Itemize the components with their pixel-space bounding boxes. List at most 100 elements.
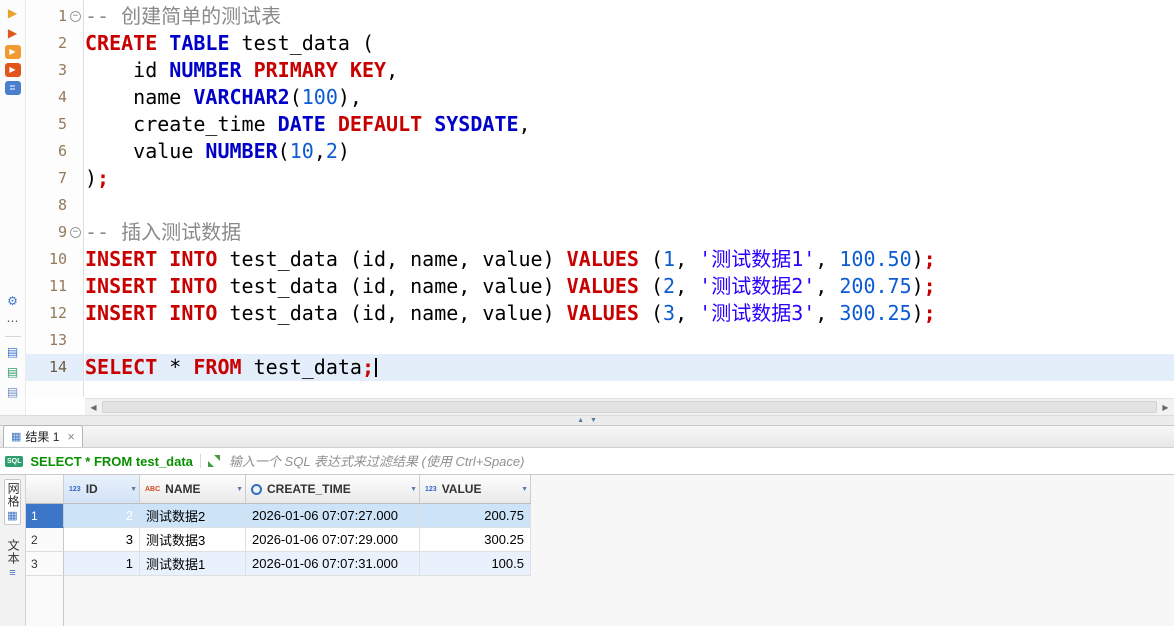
code-line[interactable]: INSERT INTO test_data (id, name, value) … [85, 273, 1174, 300]
code-area[interactable]: -- 创建简单的测试表 CREATE TABLE test_data ( id N… [85, 0, 1174, 400]
cell[interactable]: 测试数据2 [140, 504, 246, 528]
editor-toolbar: ▶ ▶ ▶ ▶ ≣ ⚙ ⋯ ▤ ▤ ▤ [0, 0, 26, 415]
cell[interactable]: 2026-01-06 07:07:29.000 [246, 528, 420, 552]
log-file-icon[interactable]: ▤ [4, 384, 22, 400]
collapse-up-icon[interactable]: ▲ [577, 417, 584, 424]
cell[interactable]: 300.25 [420, 528, 531, 552]
tab-grid-view[interactable]: 网格 ▦ [3, 479, 22, 525]
line-number[interactable]: 8 [26, 192, 83, 219]
column-dropdown-icon[interactable]: ▼ [410, 486, 417, 493]
code-line[interactable]: name VARCHAR2(100), [85, 84, 1174, 111]
line-number[interactable]: 13 [26, 327, 83, 354]
more-actions-icon[interactable]: ⋯ [4, 313, 22, 329]
pane-splitter[interactable]: ▲ ▼ [0, 415, 1174, 426]
row-number[interactable]: 1 [26, 504, 64, 528]
numeric-type-icon: 123 [69, 485, 81, 493]
cell[interactable]: 测试数据3 [140, 528, 246, 552]
cell[interactable]: 100.5 [420, 552, 531, 576]
line-number[interactable]: 5 [26, 111, 83, 138]
column-dropdown-icon[interactable]: ▼ [130, 486, 137, 493]
table-row: 2 3 测试数据3 2026-01-06 07:07:29.000 300.25 [26, 528, 1174, 552]
code-line[interactable]: create_time DATE DEFAULT SYSDATE, [85, 111, 1174, 138]
cell[interactable]: 2026-01-06 07:07:27.000 [246, 504, 420, 528]
line-number-text: 12 [48, 304, 67, 322]
collapse-down-icon[interactable]: ▼ [590, 417, 597, 424]
line-number[interactable]: 1− [26, 3, 83, 30]
line-number[interactable]: 12 [26, 300, 83, 327]
code-line[interactable] [85, 327, 1174, 354]
line-number[interactable]: 7 [26, 165, 83, 192]
line-number[interactable]: 10 [26, 246, 83, 273]
line-number-text: 4 [57, 88, 67, 106]
row-gutter-extension [26, 576, 64, 626]
cell[interactable]: 3 [64, 528, 140, 552]
code-line[interactable]: ); [85, 165, 1174, 192]
filter-query-text[interactable]: SELECT * FROM test_data [30, 454, 193, 469]
line-number-text: 14 [48, 358, 67, 376]
code-line[interactable]: CREATE TABLE test_data ( [85, 30, 1174, 57]
filter-input[interactable] [226, 452, 1174, 470]
scrollbar-thumb[interactable] [102, 401, 1157, 413]
line-number[interactable]: 4 [26, 84, 83, 111]
numeric-type-icon: 123 [425, 485, 437, 493]
cell[interactable]: 200.75 [420, 504, 531, 528]
settings-gear-icon[interactable]: ⚙ [4, 293, 22, 309]
column-header-name[interactable]: ABC NAME ▼ [140, 475, 246, 504]
line-number-text: 11 [48, 277, 67, 295]
results-tab[interactable]: ▦ 结果 1 × [3, 425, 84, 447]
sql-editor-window: ▶ ▶ ▶ ▶ ≣ ⚙ ⋯ ▤ ▤ ▤ 1−2 3 4 5 6 7 8 9−10 11 12 13 14 -- 创建简… [0, 0, 1174, 626]
execute-script-new-tab-icon[interactable]: ▶ [4, 63, 21, 77]
editor-horizontal-scrollbar[interactable]: ◀ ▶ [85, 398, 1174, 415]
scroll-right-icon[interactable]: ▶ [1157, 399, 1174, 415]
cell[interactable]: 2026-01-06 07:07:31.000 [246, 552, 420, 576]
code-line[interactable]: INSERT INTO test_data (id, name, value) … [85, 300, 1174, 327]
expand-filter-icon[interactable] [207, 455, 220, 467]
explain-plan-icon[interactable]: ≣ [4, 81, 21, 95]
line-number[interactable]: 3 [26, 57, 83, 84]
column-dropdown-icon[interactable]: ▼ [236, 486, 243, 493]
execute-statement-new-tab-icon[interactable]: ▶ [4, 25, 22, 41]
cell[interactable]: 1 [64, 552, 140, 576]
table-header-row: 123 ID ▼ ABC NAME ▼ CREATE_TIME ▼ 123 VALUE ▼ [26, 475, 1174, 504]
tab-text-view[interactable]: 文本 ≡ [5, 537, 20, 581]
results-filter-bar: SQL SELECT * FROM test_data [0, 448, 1174, 475]
line-number-text: 5 [57, 115, 67, 133]
scroll-left-icon[interactable]: ◀ [85, 399, 102, 415]
cell[interactable]: 测试数据1 [140, 552, 246, 576]
corner-header-cell [26, 475, 64, 504]
code-line[interactable]: INSERT INTO test_data (id, name, value) … [85, 246, 1174, 273]
cell[interactable]: 2 [64, 504, 140, 528]
results-tab-bar: ▦ 结果 1 × [0, 425, 1174, 448]
code-line[interactable]: id NUMBER PRIMARY KEY, [85, 57, 1174, 84]
code-line[interactable]: -- 创建简单的测试表 [85, 3, 1174, 30]
text-view-label: 文本 [6, 539, 21, 565]
line-number[interactable]: 6 [26, 138, 83, 165]
text-view-icon: ≡ [9, 567, 16, 579]
code-line[interactable]: -- 插入测试数据 [85, 219, 1174, 246]
row-number[interactable]: 3 [26, 552, 64, 576]
sql-file-icon[interactable]: ▤ [4, 344, 22, 360]
line-number-text: 1 [57, 7, 67, 25]
line-number[interactable]: 14 [26, 354, 83, 381]
column-header-create_time[interactable]: CREATE_TIME ▼ [246, 475, 420, 504]
column-dropdown-icon[interactable]: ▼ [521, 486, 528, 493]
code-line[interactable]: SELECT * FROM test_data; [85, 354, 1174, 381]
line-number-text: 13 [48, 331, 67, 349]
fold-collapse-icon[interactable]: − [70, 227, 81, 238]
execute-statement-icon[interactable]: ▶ [4, 5, 22, 21]
code-line[interactable]: value NUMBER(10,2) [85, 138, 1174, 165]
code-line[interactable] [85, 192, 1174, 219]
new-sql-file-icon[interactable]: ▤ [4, 364, 22, 380]
fold-collapse-icon[interactable]: − [70, 11, 81, 22]
line-number[interactable]: 2 [26, 30, 83, 57]
table-body: 1 2 测试数据2 2026-01-06 07:07:27.000 200.75 2 3 测试… [26, 504, 1174, 576]
close-tab-icon[interactable]: × [67, 429, 75, 444]
line-number[interactable]: 11 [26, 273, 83, 300]
row-number[interactable]: 2 [26, 528, 64, 552]
line-number-gutter: 1−2 3 4 5 6 7 8 9−10 11 12 13 14 [26, 0, 84, 397]
column-header-value[interactable]: 123 VALUE ▼ [420, 475, 531, 504]
line-number[interactable]: 9− [26, 219, 83, 246]
line-number-text: 10 [48, 250, 67, 268]
execute-script-icon[interactable]: ▶ [4, 45, 21, 59]
column-header-id[interactable]: 123 ID ▼ [64, 475, 140, 504]
